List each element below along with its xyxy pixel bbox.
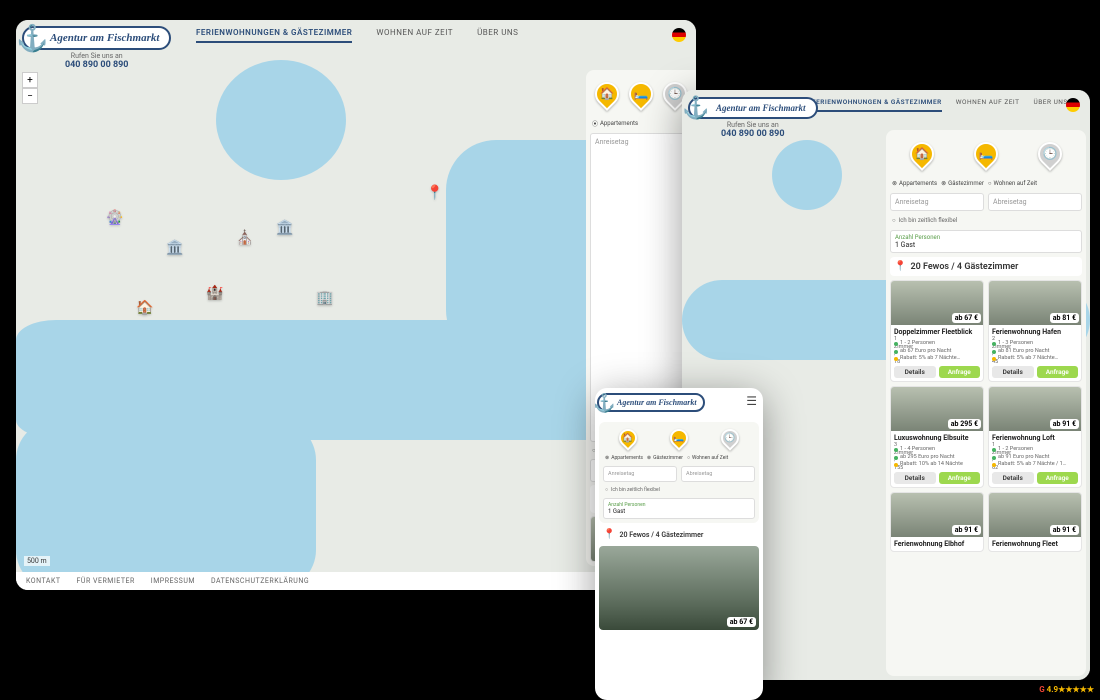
tab-appartements-icon[interactable]: 🏠 [618, 427, 638, 449]
tab-wohnen-icon[interactable]: 🕒 [1036, 138, 1064, 170]
listing-card[interactable]: ab 295 € Luxuswohnung Elbsuite 3 Zimmer … [890, 386, 984, 488]
logo[interactable]: Agentur am Fischmarkt Rufen Sie uns an 0… [22, 26, 171, 70]
date-in-field[interactable]: Anreisetag [890, 193, 984, 211]
language-flag-de[interactable] [672, 28, 686, 42]
nav-ferienwohnungen[interactable]: FERIENWOHNUNGEN & GÄSTEZIMMER [812, 98, 942, 112]
zoom-out-button[interactable]: − [22, 88, 38, 104]
nav-ferienwohnungen[interactable]: FERIENWOHNUNGEN & GÄSTEZIMMER [196, 28, 352, 43]
radio-gaestezimmer[interactable]: ⊗ Gästezimmer [941, 180, 984, 187]
tab-gaestezimmer-icon[interactable]: 🛏️ [627, 78, 655, 110]
date-out-field[interactable]: Abreisetag [988, 193, 1082, 211]
desktop-frame: 🎡 🏛️ ⛪ 🏛️ 🏢 🏰 🏠 📍 Agentur am Fischmarkt … [16, 20, 696, 590]
top-nav: FERIENWOHNUNGEN & GÄSTEZIMMER WOHNEN AUF… [196, 28, 518, 43]
guests-field[interactable]: Anzahl Personen 1 Gast [890, 230, 1082, 253]
listing-grid: ab 67 € Doppelzimmer Fleetblick 1 Zimmer… [890, 280, 1082, 552]
date-in-field[interactable]: Anreisetag [603, 466, 677, 482]
listing-card[interactable]: ab 81 € Ferienwohnung Hafen 2 Zimmer / 4… [988, 280, 1082, 382]
radio-appartements[interactable]: ⊗ Appartements [892, 180, 937, 187]
anfrage-button[interactable]: Anfrage [939, 366, 981, 378]
flexible-checkbox[interactable]: ○ Ich bin zeitlich flexibel [890, 215, 1082, 226]
nav-wohnen-auf-zeit[interactable]: WOHNEN AUF ZEIT [376, 28, 453, 43]
tab-appartements-icon[interactable]: 🏠 [593, 78, 621, 110]
filter-radios: ⊗ Appartements ⊗ Gästezimmer ○ Wohnen au… [890, 178, 1082, 189]
google-rating: G 4.9★★★★★ [1039, 685, 1094, 694]
footer-datenschutz[interactable]: DATENSCHUTZERKLÄRUNG [211, 577, 309, 585]
details-button[interactable]: Details [894, 472, 936, 484]
listing-card[interactable]: ab 67 € [599, 546, 759, 630]
radio-appartements[interactable]: ⊗ Appartements [605, 455, 643, 461]
results-heading: 20 Fewos / 4 Gästezimmer [890, 257, 1082, 276]
radio-appartements[interactable]: ⦿ Appartements [592, 119, 638, 128]
date-out-field[interactable]: Abreisetag [681, 466, 755, 482]
menu-icon[interactable]: ☰ [746, 394, 757, 408]
nav-ueber-uns[interactable]: ÜBER UNS [477, 28, 518, 43]
listing-card[interactable]: ab 91 €Ferienwohnung Elbhof [890, 492, 984, 552]
listing-card[interactable]: ab 91 €Ferienwohnung Fleet [988, 492, 1082, 552]
mobile-filter-panel: 🏠 🛏️ 🕒 ⊗ Appartements ⊗ Gästezimmer ○ Wo… [599, 422, 759, 523]
listing-card[interactable]: ab 91 € Ferienwohnung Loft 1 Zimmer / 62… [988, 386, 1082, 488]
footer-impressum[interactable]: IMPRESSUM [151, 577, 195, 585]
mobile-frame: Agentur am Fischmarkt ☰ 🏠 🛏️ 🕒 ⊗ Apparte… [595, 388, 763, 700]
details-button[interactable]: Details [992, 472, 1034, 484]
radio-wohnen[interactable]: ○ Wohnen auf Zeit [687, 455, 728, 461]
tab-appartements-icon[interactable]: 🏠 [908, 138, 936, 170]
brand-name: Agentur am Fischmarkt [22, 26, 171, 50]
logo[interactable]: Agentur am Fischmarkt [597, 390, 705, 412]
nav-ueber-uns[interactable]: ÜBER UNS [1034, 98, 1068, 112]
phone-number: 040 890 00 890 [22, 60, 171, 70]
details-button[interactable]: Details [894, 366, 936, 378]
results-heading: 20 Fewos / 4 Gästezimmer [599, 525, 759, 544]
nav-wohnen-auf-zeit[interactable]: WOHNEN AUF ZEIT [956, 98, 1020, 112]
anfrage-button[interactable]: Anfrage [1037, 366, 1079, 378]
logo[interactable]: Agentur am Fischmarkt Rufen Sie uns an 0… [688, 96, 818, 139]
footer-nav: KONTAKT FÜR VERMIETER IMPRESSUM DATENSCH… [16, 572, 696, 590]
guests-field[interactable]: Anzahl Personen 1 Gast [603, 498, 755, 519]
anfrage-button[interactable]: Anfrage [1037, 472, 1079, 484]
language-flag-de[interactable] [1066, 98, 1080, 112]
zoom-controls: + − [22, 72, 38, 104]
tab-wohnen-icon[interactable]: 🕒 [720, 427, 740, 449]
top-nav: FERIENWOHNUNGEN & GÄSTEZIMMER WOHNEN AUF… [812, 98, 1068, 112]
map-scale: 500 m [24, 556, 50, 566]
tab-gaestezimmer-icon[interactable]: 🛏️ [669, 427, 689, 449]
anfrage-button[interactable]: Anfrage [939, 472, 981, 484]
tablet-sidebar: 🏠 🛏️ 🕒 ⊗ Appartements ⊗ Gästezimmer ○ Wo… [886, 130, 1086, 676]
radio-wohnen[interactable]: ○ Wohnen auf Zeit [988, 180, 1037, 187]
radio-gaestezimmer[interactable]: ⊗ Gästezimmer [647, 455, 683, 461]
details-button[interactable]: Details [992, 366, 1034, 378]
listing-card[interactable]: ab 67 € Doppelzimmer Fleetblick 1 Zimmer… [890, 280, 984, 382]
footer-vermieter[interactable]: FÜR VERMIETER [77, 577, 135, 585]
footer-kontakt[interactable]: KONTAKT [26, 577, 61, 585]
zoom-in-button[interactable]: + [22, 72, 38, 88]
tab-gaestezimmer-icon[interactable]: 🛏️ [972, 138, 1000, 170]
flexible-checkbox[interactable]: ○ Ich bin zeitlich flexibel [603, 485, 755, 495]
